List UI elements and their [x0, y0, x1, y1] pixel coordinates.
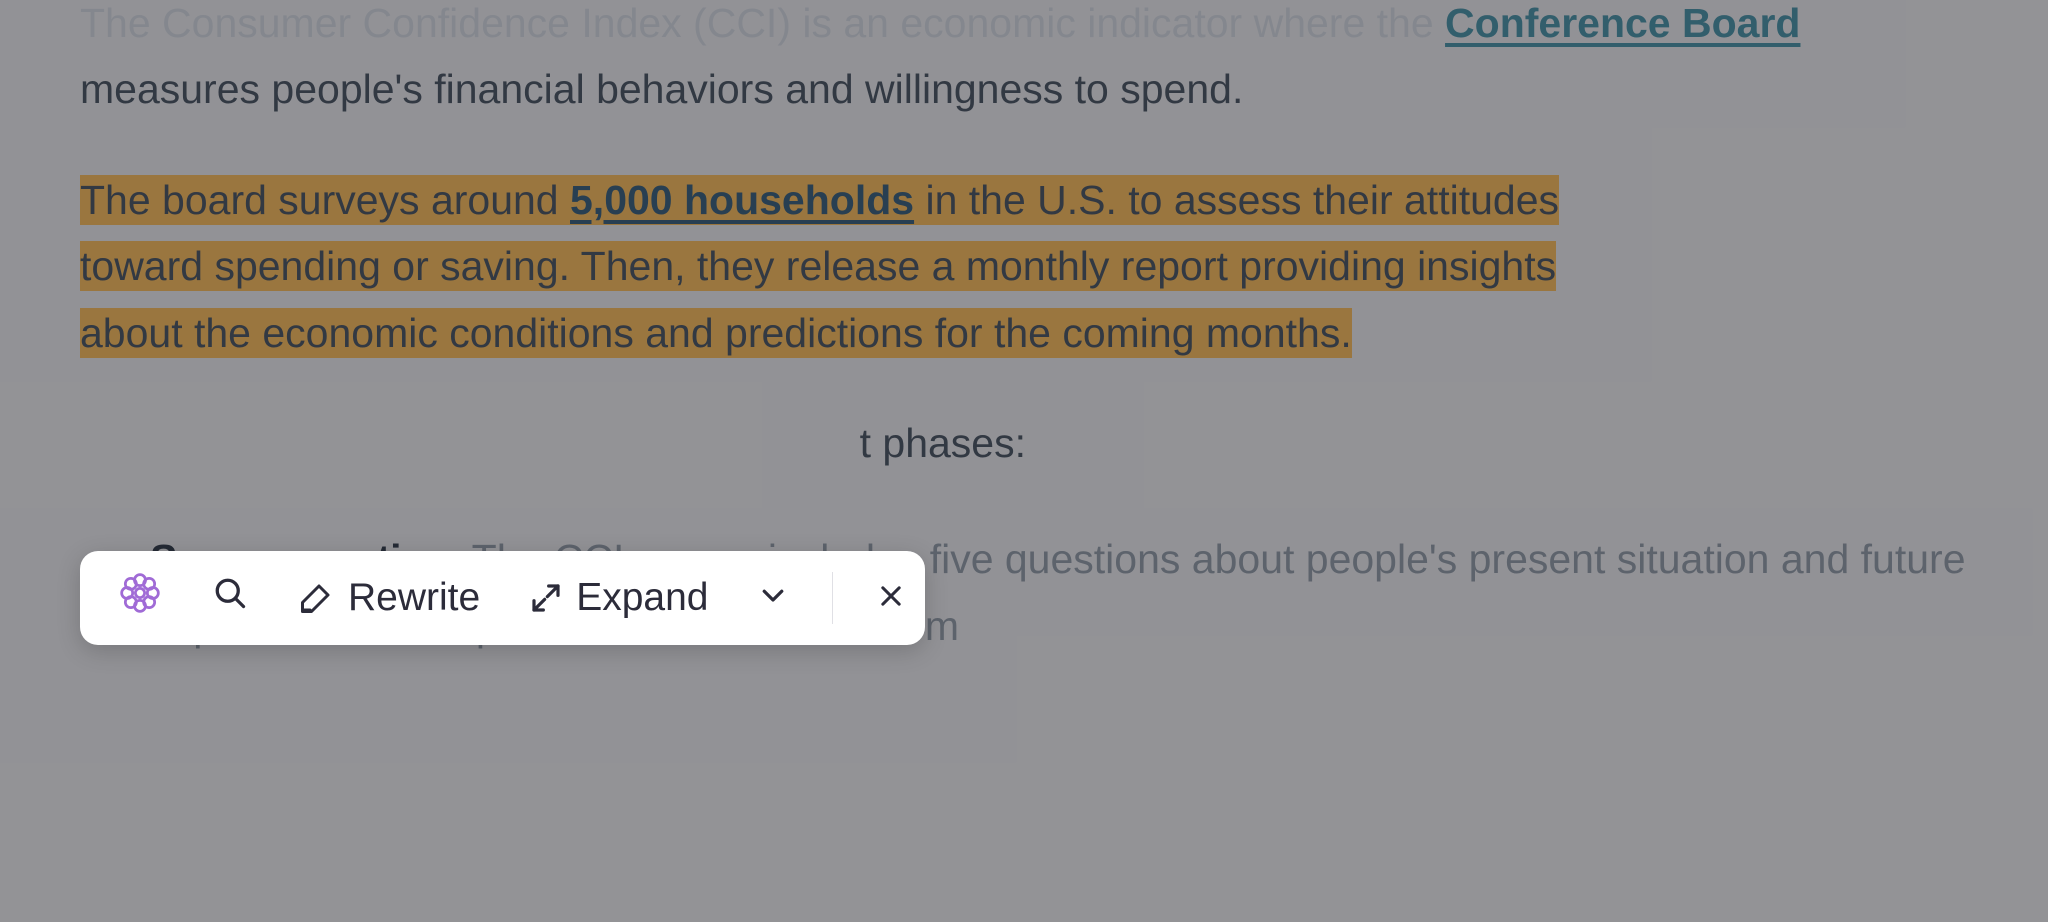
phases-line: Here's how the CCI is measured in differ… [80, 410, 1970, 476]
highlight-span-2: toward spending or saving. Then, they re… [80, 241, 1556, 291]
conference-board-link[interactable]: Conference Board [1445, 0, 1800, 46]
ai-assist-button[interactable] [108, 565, 172, 631]
highlight-span-3: about the economic conditions and predic… [80, 308, 1352, 358]
search-button[interactable] [202, 569, 258, 627]
expand-label: Expand [576, 576, 708, 620]
paragraph-intro: The Consumer Confidence Index (CCI) is a… [80, 0, 1970, 123]
toolbar-separator [832, 572, 833, 624]
households-link[interactable]: 5,000 households [570, 177, 914, 223]
pencil-icon [298, 580, 334, 616]
phases-visible-tail: t phases: [860, 420, 1026, 466]
ai-selection-toolbar: Rewrite Expand [80, 551, 925, 645]
intro-leading: The Consumer Confidence Index (CCI) is a… [80, 0, 1445, 46]
chevron-down-icon [758, 576, 788, 620]
rewrite-button[interactable]: Rewrite [288, 570, 490, 626]
expand-button[interactable]: Expand [520, 570, 718, 626]
hl-post1: in the U.S. to assess their attitudes [914, 177, 1559, 223]
close-toolbar-button[interactable] [867, 570, 915, 626]
close-icon [877, 576, 905, 620]
ai-flower-icon [118, 571, 162, 625]
rewrite-label: Rewrite [348, 576, 480, 620]
hl-pre: The board surveys around [80, 177, 570, 223]
more-options-button[interactable] [748, 570, 798, 626]
highlight-span-1: The board surveys around 5,000 household… [80, 175, 1559, 225]
intro-trailing: measures people's financial behaviors an… [80, 66, 1243, 112]
expand-icon [530, 582, 562, 614]
search-icon [212, 575, 248, 621]
paragraph-highlighted: The board surveys around 5,000 household… [80, 167, 1970, 366]
